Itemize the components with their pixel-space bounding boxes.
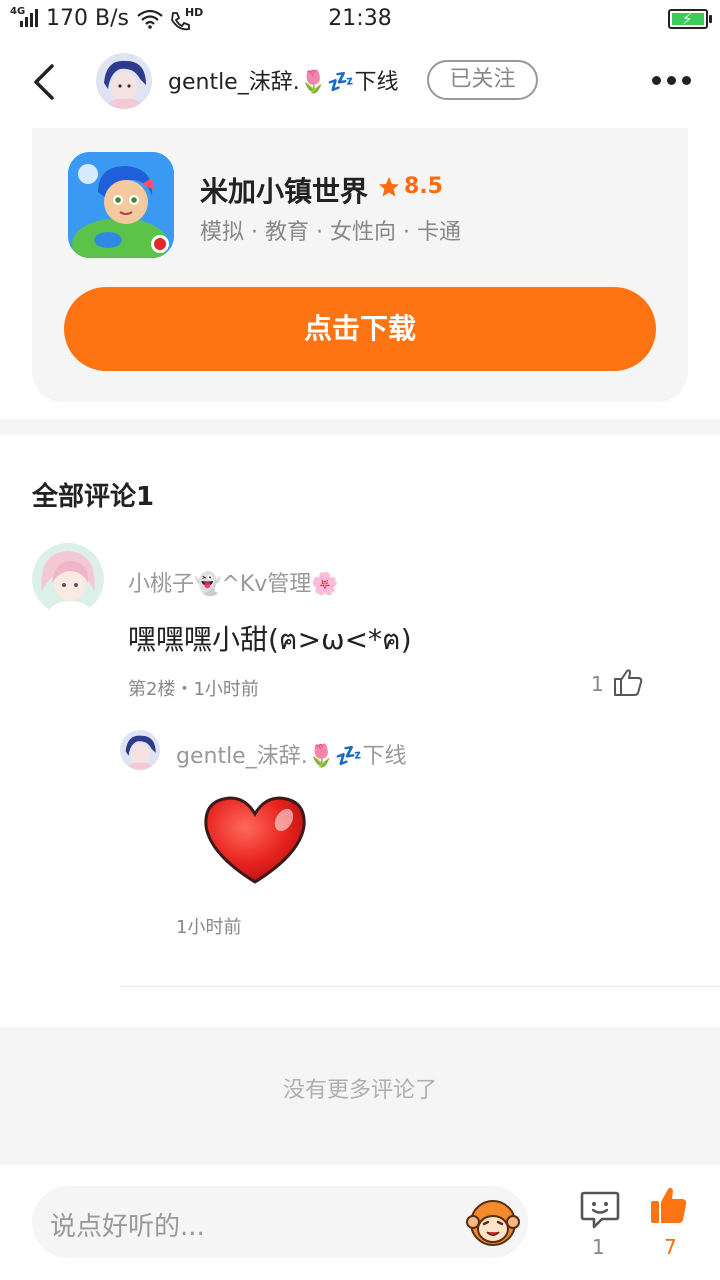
- comment-placeholder: 说点好听的...: [50, 1212, 205, 1242]
- app-card[interactable]: 米加小镇世界 8.5 模拟 · 教育 · 女性向 · 卡通 点击下载: [32, 128, 688, 402]
- author-name[interactable]: gentle_沫辞.🌷💤下线: [168, 64, 399, 96]
- reply-avatar[interactable]: [120, 730, 160, 770]
- app-icon[interactable]: [68, 152, 174, 258]
- comment-icon[interactable]: [578, 1187, 622, 1231]
- comment-text: 嘿嘿嘿小甜(ฅ>ω<*ฅ): [128, 623, 412, 656]
- rating-value: 8.5: [404, 174, 443, 199]
- section-divider: [0, 419, 720, 435]
- comments-title: 全部评论1: [32, 482, 155, 512]
- battery-icon: ⚡: [668, 9, 712, 29]
- app-rating: 8.5: [378, 174, 443, 199]
- more-icon[interactable]: [646, 70, 696, 90]
- author-avatar[interactable]: [96, 53, 152, 109]
- thumbs-up-icon[interactable]: [612, 666, 644, 698]
- reply-author-name[interactable]: gentle_沫辞.🌷💤下线: [176, 738, 407, 770]
- back-icon[interactable]: [26, 60, 66, 104]
- top-nav: gentle_沫辞.🌷💤下线 已关注: [0, 40, 720, 124]
- monkey-emoji-icon[interactable]: [466, 1196, 520, 1248]
- star-icon: [379, 176, 399, 196]
- download-button[interactable]: 点击下载: [64, 287, 656, 371]
- like-count: 7: [664, 1235, 677, 1259]
- no-more-comments: 没有更多评论了: [0, 1027, 720, 1165]
- app-name: 米加小镇世界: [200, 175, 369, 208]
- follow-button[interactable]: 已关注: [427, 60, 538, 100]
- commenter-name[interactable]: 小桃子👻^Kv管理🌸: [128, 566, 339, 598]
- bottom-bar: 说点好听的... 1 7: [0, 1165, 720, 1280]
- app-tags: 模拟 · 教育 · 女性向 · 卡通: [200, 220, 461, 245]
- like-icon[interactable]: [650, 1185, 688, 1225]
- comment-input[interactable]: 说点好听的...: [32, 1186, 528, 1258]
- comment-meta: 第2楼・1小时前: [128, 679, 259, 700]
- clock: 21:38: [328, 6, 392, 31]
- heart-sticker: [204, 796, 306, 884]
- divider: [120, 986, 720, 987]
- comment-count: 1: [592, 1235, 605, 1259]
- commenter-avatar[interactable]: [32, 543, 104, 615]
- status-bar: 4G 170 B/s HD 21:38 ⚡: [0, 0, 720, 40]
- reply-time: 1小时前: [176, 917, 242, 938]
- comment-like-count: 1: [591, 672, 604, 696]
- no-more-label: 没有更多评论了: [282, 1078, 437, 1103]
